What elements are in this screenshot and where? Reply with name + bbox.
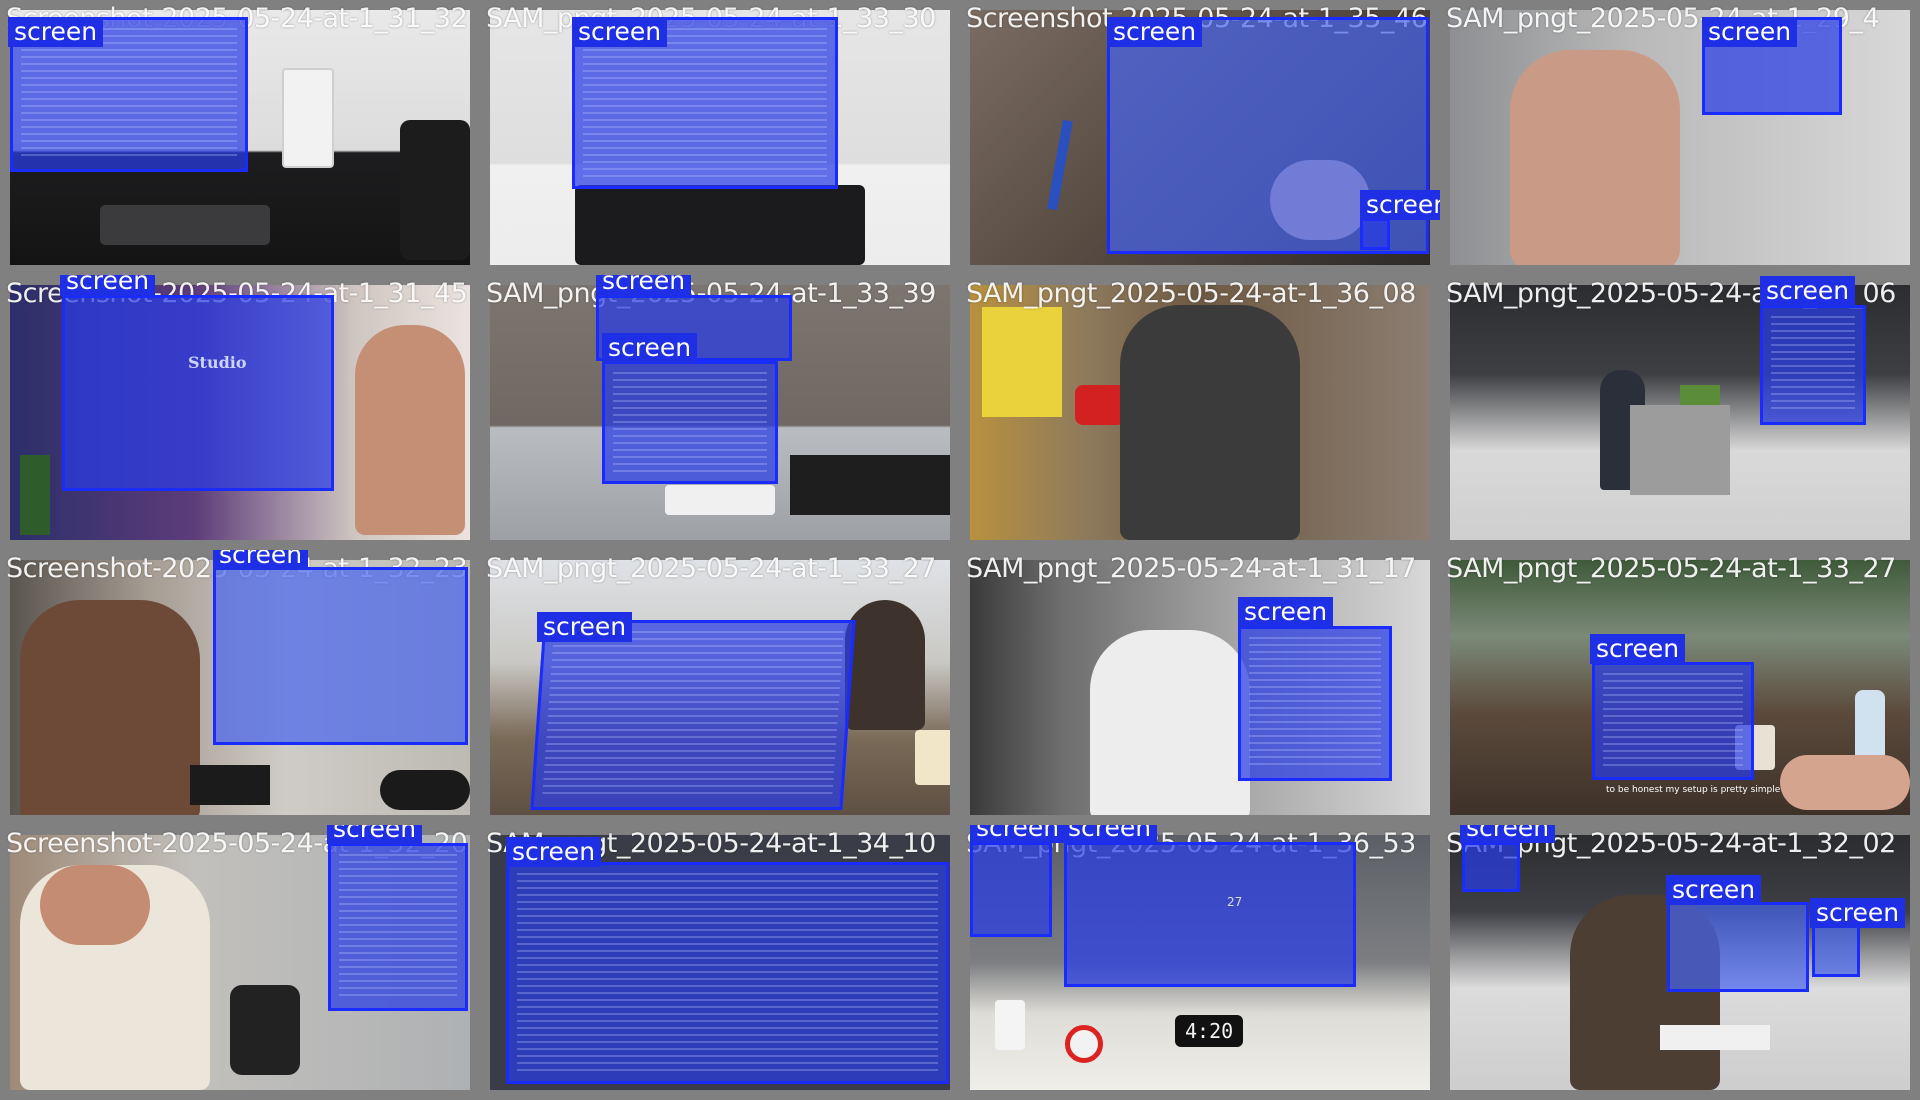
- screen-mask[interactable]: Studio: [62, 295, 334, 491]
- screen-mask[interactable]: [602, 361, 778, 484]
- screen-label: screen: [572, 17, 668, 47]
- tile-12[interactable]: SAM_pngt_2025-05-24-at-1_33_27 screen to…: [1440, 550, 1920, 825]
- tile-8[interactable]: SAM_pngt_2025-05-24-at-1_34_06 screen: [1440, 275, 1920, 550]
- chair: [400, 120, 470, 260]
- screen-mask[interactable]: [1760, 305, 1866, 425]
- screen-mask[interactable]: 27: [1064, 842, 1356, 987]
- screen-mask[interactable]: [1592, 662, 1754, 780]
- keyboard: [1660, 1025, 1770, 1050]
- screen-mask[interactable]: [1238, 626, 1392, 781]
- tile-5[interactable]: Screenshot-2025-05-24-at-1_31_45 Studio …: [0, 275, 480, 550]
- screen-label: screen: [1360, 190, 1440, 220]
- camera: [230, 985, 300, 1075]
- ipod: [995, 1000, 1025, 1050]
- screen-label: screen: [602, 333, 698, 363]
- divider: [1630, 405, 1730, 495]
- tile-photo: [970, 285, 1430, 540]
- detection-grid: Screenshot-2025-05-24-at-1_31_32 screen …: [0, 0, 1920, 1100]
- hand: [1780, 755, 1910, 810]
- screen-label: screen: [1238, 597, 1334, 627]
- screen-label: screen: [1702, 17, 1798, 47]
- screen-mask[interactable]: [1812, 925, 1860, 977]
- screen-label: screen: [1666, 875, 1762, 905]
- tile-3[interactable]: Screenshot-2025-05-24-at-1_35_46 screen …: [960, 0, 1440, 275]
- keyboard: [100, 205, 270, 245]
- screen-label: screen: [537, 612, 633, 642]
- tile-16[interactable]: SAM_pngt_2025-05-24-at-1_32_02 screen sc…: [1440, 825, 1920, 1100]
- keyboard: [665, 485, 775, 515]
- poster: [982, 307, 1062, 417]
- tile-4[interactable]: SAM_pngt_2025-05-24-at-1_29_4 screen: [1440, 0, 1920, 275]
- tile-6[interactable]: SAM_pngt_2025-05-24-at-1_33_39 screen sc…: [480, 275, 960, 550]
- person: [20, 600, 200, 815]
- screen-number: 27: [1227, 895, 1243, 909]
- camera: [190, 765, 270, 805]
- person: [355, 325, 465, 535]
- tile-11[interactable]: SAM_pngt_2025-05-24-at-1_31_17 screen: [960, 550, 1440, 825]
- person: [1120, 305, 1300, 540]
- screen-mask[interactable]: [1462, 842, 1520, 892]
- tile-1[interactable]: Screenshot-2025-05-24-at-1_31_32 screen: [0, 0, 480, 275]
- screen-label: screen: [506, 837, 602, 867]
- tile-13[interactable]: Screenshot-2025-05-24-at-1_32_20 screen: [0, 825, 480, 1100]
- tile-7[interactable]: SAM_pngt_2025-05-24-at-1_36_08: [960, 275, 1440, 550]
- screen-label: screen: [1062, 825, 1158, 843]
- tile-14[interactable]: SAM_pngt_2025-05-24-at-1_34_10 screen: [480, 825, 960, 1100]
- tile-10[interactable]: SAM_pngt_2025-05-24-at-1_33_27 screen: [480, 550, 960, 825]
- plant: [20, 455, 50, 535]
- hand: [1510, 50, 1680, 265]
- mug: [915, 730, 950, 785]
- person: [1090, 630, 1250, 815]
- tile-2[interactable]: SAM_pngt_2025-05-24-at-1_33_30 screen: [480, 0, 960, 275]
- studio-text: Studio: [188, 353, 247, 372]
- timer: [1065, 1025, 1103, 1063]
- screen-label: screen: [213, 550, 309, 570]
- screen-label: screen: [596, 275, 692, 296]
- laptop-base: [575, 185, 865, 265]
- headphones: [380, 770, 470, 810]
- screen-label: screen: [327, 825, 423, 844]
- screen-label: screen: [1810, 898, 1906, 928]
- desk-clock: 4:20: [1175, 1015, 1244, 1047]
- screen-mask-small[interactable]: [1360, 218, 1390, 250]
- screen-label: screen: [970, 825, 1066, 843]
- screen-label: screen: [8, 17, 104, 47]
- speaker: [282, 68, 334, 168]
- screen-label: screen: [60, 275, 156, 296]
- screen-label: screen: [1760, 276, 1856, 306]
- screen-mask[interactable]: [970, 842, 1052, 937]
- desk-mat: [790, 455, 950, 515]
- tile-15[interactable]: 4:20 SAM_pngt_2025-05-24-at-1_36_53 scre…: [960, 825, 1440, 1100]
- tile-9[interactable]: Screenshot-2025-05-24-at-1_32_23 screen: [0, 550, 480, 825]
- screen-mask[interactable]: [530, 620, 856, 810]
- person: [845, 600, 925, 730]
- subtitle-caption: to be honest my setup is pretty simple: [1606, 785, 1781, 795]
- screen-mask[interactable]: [506, 862, 949, 1084]
- screen-mask[interactable]: [328, 843, 468, 1011]
- face: [40, 865, 150, 945]
- screen-mask[interactable]: [213, 567, 468, 745]
- screen-label: screen: [1107, 17, 1203, 47]
- screen-label: screen: [1460, 825, 1556, 843]
- screen-label: screen: [1590, 634, 1686, 664]
- screen-mask[interactable]: [1667, 902, 1809, 992]
- red-pot: [1075, 385, 1125, 425]
